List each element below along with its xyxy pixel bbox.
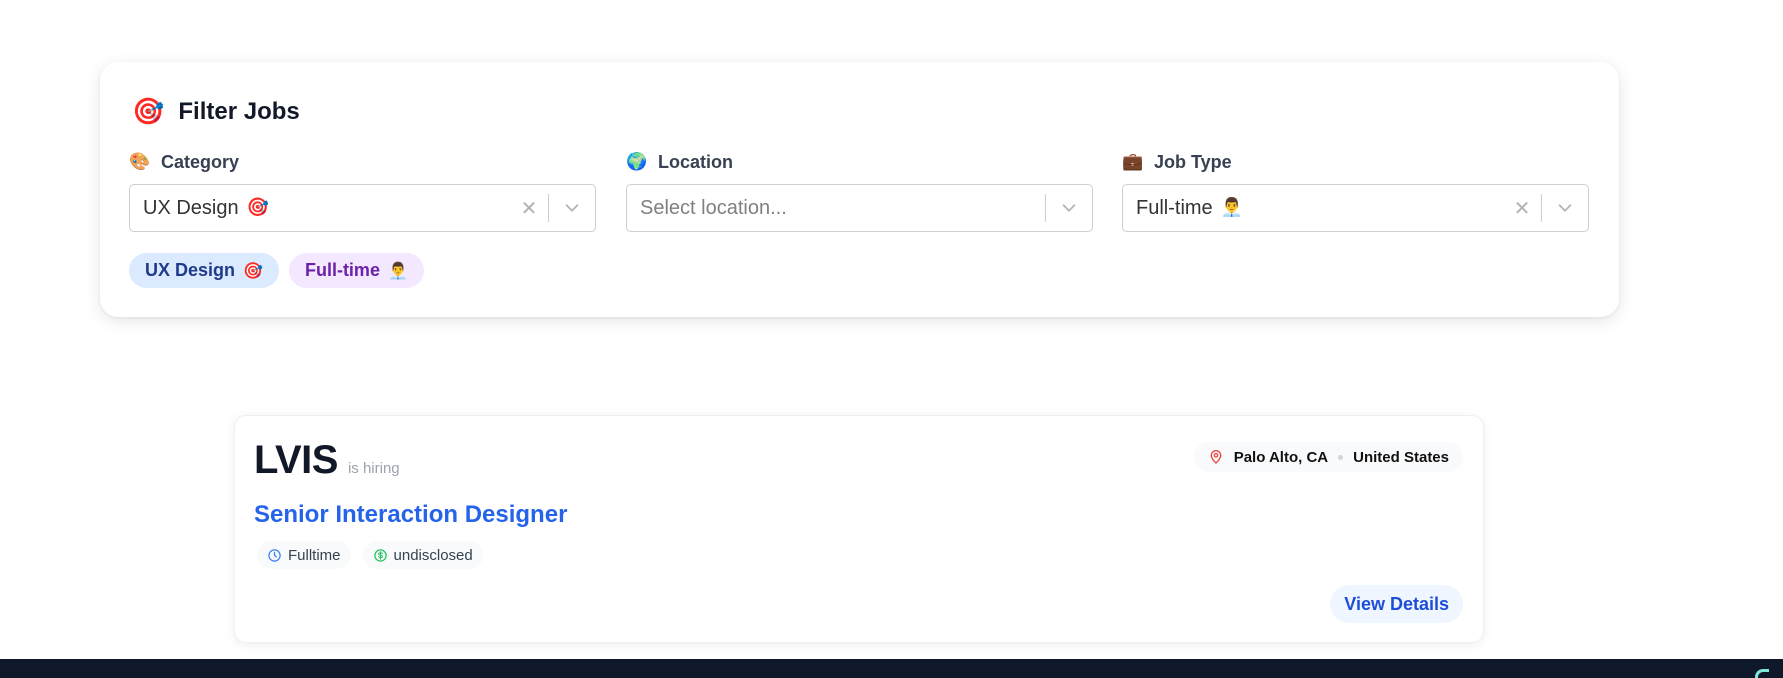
company-name: LVIS — [254, 438, 338, 482]
salary-text: undisclosed — [393, 546, 473, 564]
target-icon: 🎯 — [243, 260, 263, 280]
globe-icon: 🌍 — [626, 151, 648, 172]
company-row: LVIS is hiring — [254, 438, 400, 483]
map-pin-icon — [1210, 450, 1222, 464]
category-selected-value[interactable]: UX Design 🎯 — [130, 197, 510, 220]
job-type-select[interactable]: Full-time 👨‍💼 ✕ — [1122, 184, 1589, 232]
briefcase-icon: 💼 — [1122, 151, 1144, 172]
city-text: Palo Alto, CA — [1233, 448, 1329, 466]
active-filter-chips: UX Design 🎯 Full-time 👨‍💼 — [129, 253, 424, 288]
chip-job-type[interactable]: Full-time 👨‍💼 — [288, 253, 424, 288]
category-select[interactable]: UX Design 🎯 ✕ — [129, 184, 596, 232]
palette-icon: 🎨 — [129, 151, 151, 172]
chevron-down-icon — [565, 204, 579, 212]
employment-tag: Fulltime — [257, 541, 351, 569]
country-text: United States — [1353, 448, 1449, 466]
location-field: 🌍 Location Select location... — [626, 150, 1093, 232]
filter-title: 🎯 Filter Jobs — [132, 94, 300, 130]
salary-tag: undisclosed — [362, 541, 483, 569]
target-icon: 🎯 — [246, 197, 270, 218]
filter-card: 🎯 Filter Jobs 🎨 Category UX Design 🎯 ✕ 🌍… — [100, 62, 1619, 317]
category-value-text: UX Design — [143, 196, 239, 219]
location-placeholder[interactable]: Select location... — [627, 197, 1045, 220]
office-worker-icon: 👨‍💼 — [387, 260, 408, 280]
job-card: LVIS is hiring Palo Alto, CA United Stat… — [234, 415, 1484, 643]
job-type-selected-value[interactable]: Full-time 👨‍💼 — [1123, 197, 1503, 220]
dollar-icon — [373, 548, 387, 562]
office-worker-icon: 👨‍💼 — [1220, 197, 1244, 218]
location-select[interactable]: Select location... — [626, 184, 1093, 232]
category-dropdown-button[interactable] — [549, 184, 595, 232]
clock-icon — [268, 548, 281, 562]
job-type-dropdown-button[interactable] — [1542, 184, 1588, 232]
separator-dot — [1338, 454, 1344, 460]
category-label: 🎨 Category — [129, 150, 596, 174]
chevron-down-icon — [1558, 204, 1572, 212]
chevron-down-icon — [1062, 204, 1076, 212]
location-label-text: Location — [658, 151, 733, 172]
target-icon: 🎯 — [132, 97, 165, 127]
category-field: 🎨 Category UX Design 🎯 ✕ — [129, 150, 596, 232]
job-tags: Fulltime undisclosed — [257, 541, 483, 569]
chip-label: UX Design — [145, 260, 236, 280]
close-icon: ✕ — [1513, 197, 1531, 220]
employment-text: Fulltime — [288, 546, 341, 564]
view-details-button[interactable]: View Details — [1330, 585, 1463, 623]
location-pill: Palo Alto, CA United States — [1193, 442, 1463, 472]
page: 🎯 Filter Jobs 🎨 Category UX Design 🎯 ✕ 🌍… — [0, 0, 1783, 678]
category-clear-button[interactable]: ✕ — [510, 184, 548, 232]
job-type-clear-button[interactable]: ✕ — [1503, 184, 1541, 232]
chip-category[interactable]: UX Design 🎯 — [129, 253, 279, 288]
location-label: 🌍 Location — [626, 150, 1093, 174]
hiring-text: is hiring — [347, 460, 400, 477]
footer-logo-fragment — [1755, 669, 1769, 678]
job-title-link[interactable]: Senior Interaction Designer — [254, 501, 567, 529]
job-type-field: 💼 Job Type Full-time 👨‍💼 ✕ — [1122, 150, 1589, 232]
job-type-value-text: Full-time — [1136, 196, 1213, 219]
chip-label: Full-time — [304, 260, 380, 280]
filter-title-text: Filter Jobs — [178, 98, 300, 125]
job-type-label: 💼 Job Type — [1122, 150, 1589, 174]
close-icon: ✕ — [520, 197, 538, 220]
category-label-text: Category — [161, 151, 240, 172]
footer-bar — [0, 659, 1783, 678]
location-dropdown-button[interactable] — [1046, 184, 1092, 232]
job-type-label-text: Job Type — [1154, 151, 1232, 172]
